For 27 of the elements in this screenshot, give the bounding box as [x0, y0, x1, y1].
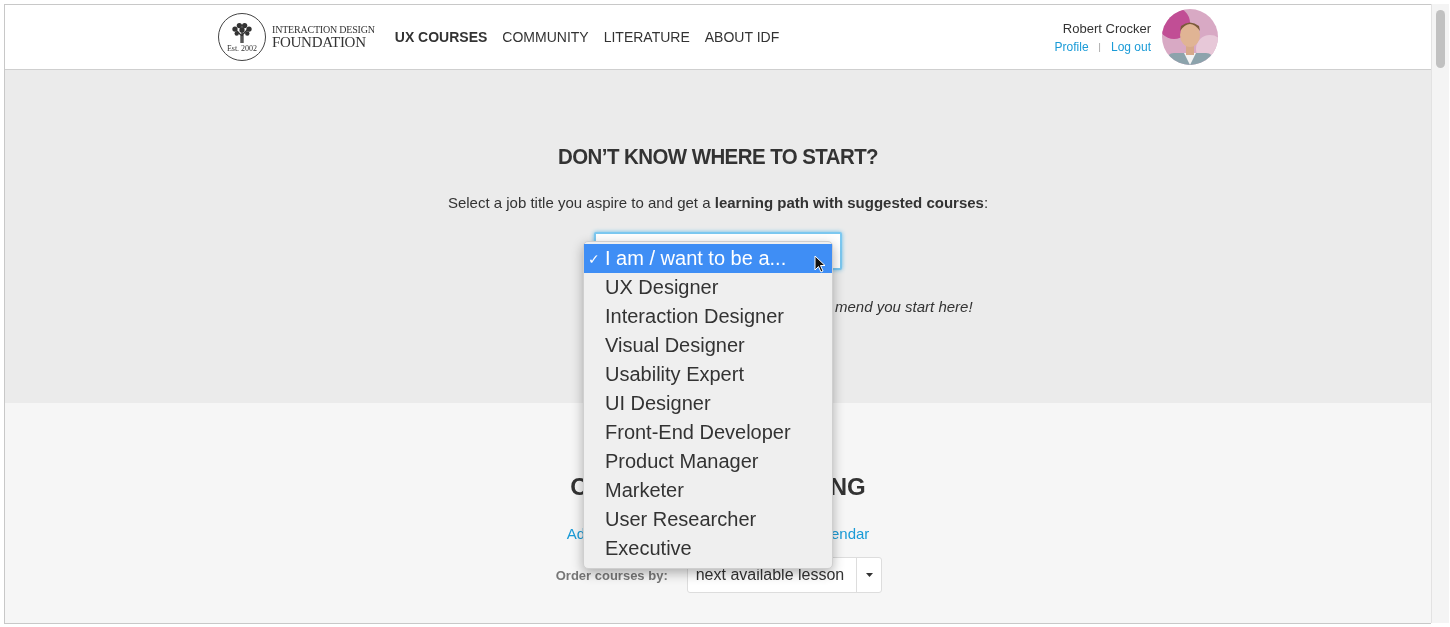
nav-link[interactable]: COMMUNITY [502, 29, 589, 45]
dropdown-option[interactable]: UI Designer [584, 389, 832, 418]
nav-link[interactable]: UX COURSES [394, 29, 488, 45]
dropdown-option[interactable]: Product Manager [584, 447, 832, 476]
link-separator: | [1098, 41, 1101, 52]
hint-text: mend you start here! [834, 298, 974, 315]
intro-text: Select a job title you aspire to and get a learning path with suggested courses: [446, 194, 990, 211]
dropdown-option[interactable]: Usability Expert [584, 360, 832, 389]
dropdown-option[interactable]: Interaction Designer [584, 302, 832, 331]
tree-icon [231, 21, 253, 44]
logo-text: FOUNDATION [272, 34, 367, 50]
check-mark: ✓ [588, 250, 600, 267]
section-title: DON’T KNOW WHERE TO START? [557, 143, 879, 170]
logo-year: Est. 2002 [226, 44, 258, 53]
caret-icon [865, 573, 873, 577]
order-label: Order courses by: [555, 567, 668, 583]
user-name: Robert Crocker [1062, 20, 1151, 36]
logo-text: INTERACTION DESIGN [272, 24, 375, 35]
dropdown-option[interactable]: Front-End Developer [584, 418, 832, 447]
nav-link[interactable]: LITERATURE [603, 29, 690, 45]
dropdown-option[interactable]: Visual Designer [584, 331, 832, 360]
dropdown-option[interactable]: UX Designer [584, 273, 832, 302]
scrollbar[interactable] [1431, 4, 1449, 623]
dropdown-option[interactable]: Marketer [584, 476, 832, 505]
dropdown-option[interactable]: User Researcher [584, 505, 832, 534]
cursor-icon [814, 255, 826, 273]
nav-link[interactable]: ABOUT IDF [704, 29, 780, 45]
